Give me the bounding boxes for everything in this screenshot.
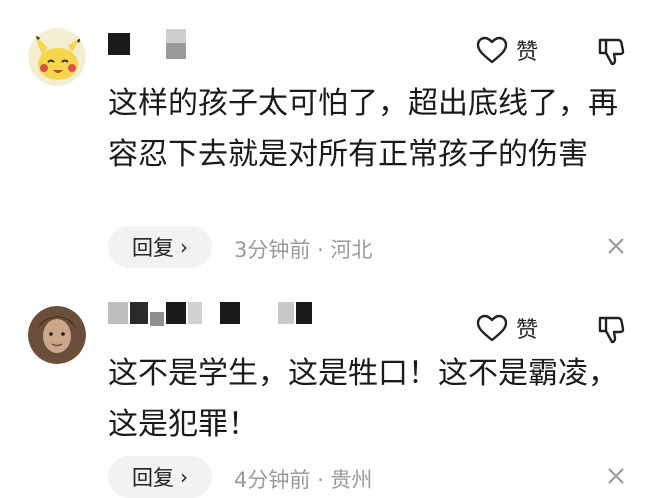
dislike-button[interactable]	[596, 36, 626, 70]
meta-separator: ·	[317, 238, 331, 262]
comment-item: 赞 这不是学生，这是牲口！这不是霸凌，这是犯罪！ 回复 › 4分钟前 · 贵州	[0, 290, 660, 498]
comment-text: 这不是学生，这是牲口！这不是霸凌，这是犯罪！	[108, 356, 618, 442]
close-icon[interactable]	[606, 466, 626, 490]
comment-text: 这样的孩子太可怕了，超出底线了，再容忍下去就是对所有正常孩子的伤害	[108, 86, 618, 172]
comment-time: 3分钟前	[234, 238, 311, 262]
thumbs-down-icon	[598, 38, 625, 66]
reply-button[interactable]: 回复 ›	[108, 456, 212, 498]
meta-separator: ·	[317, 468, 331, 492]
reply-label: 回复	[132, 236, 174, 260]
portrait-avatar[interactable]	[28, 306, 86, 364]
comment-time: 4分钟前	[234, 468, 311, 492]
thumbs-down-icon	[598, 316, 625, 344]
comment-location: 河北	[330, 238, 373, 262]
chevron-right-icon: ›	[180, 235, 188, 259]
like-button[interactable]: 赞	[476, 34, 538, 66]
reply-button[interactable]: 回复 ›	[108, 226, 212, 268]
reply-label: 回复	[132, 466, 174, 490]
chevron-right-icon: ›	[180, 465, 188, 489]
comment-item: 赞 这样的孩子太可怕了，超出底线了，再容忍下去就是对所有正常孩子的伤害 回复 ›…	[0, 0, 660, 290]
like-label: 赞	[516, 40, 539, 65]
heart-outline-icon	[476, 314, 508, 342]
like-label: 赞	[516, 318, 539, 343]
dislike-button[interactable]	[596, 314, 626, 348]
comment-meta: 4分钟前 · 贵州	[234, 464, 372, 494]
comment-location: 贵州	[330, 468, 373, 492]
comment-meta: 3分钟前 · 河北	[234, 234, 372, 264]
close-icon[interactable]	[606, 236, 626, 260]
heart-outline-icon	[476, 36, 508, 64]
pikachu-avatar[interactable]	[28, 28, 86, 86]
like-button[interactable]: 赞	[476, 312, 538, 344]
